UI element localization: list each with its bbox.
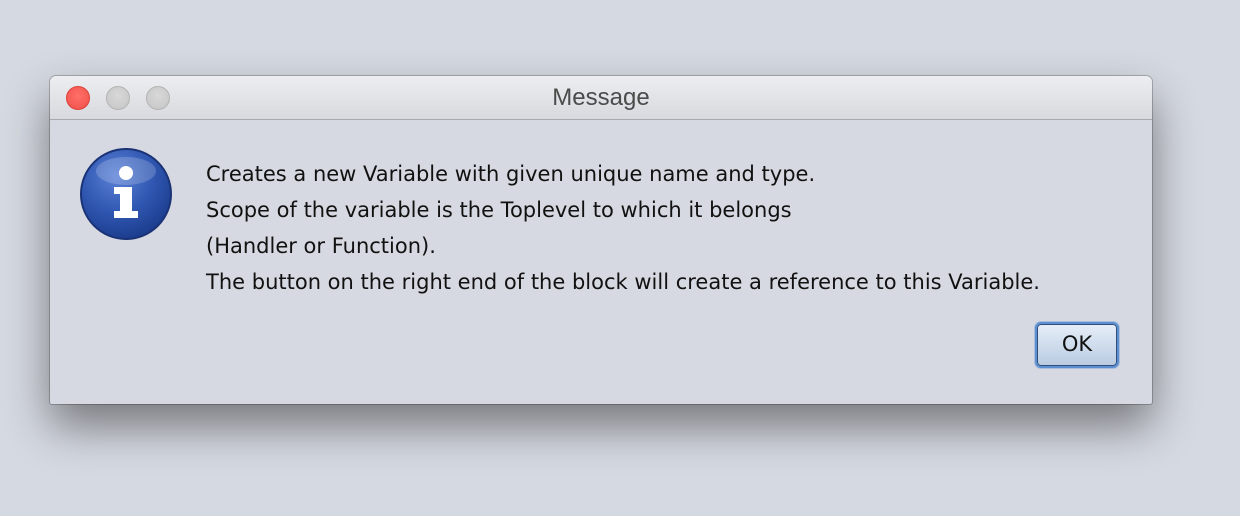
info-icon (80, 148, 172, 240)
ok-button[interactable]: OK (1035, 322, 1119, 368)
message-line: (Handler or Function). (206, 234, 436, 258)
dialog-content: Creates a new Variable with given unique… (50, 120, 1152, 404)
message-dialog: Message Creates a new Variable with give… (50, 76, 1152, 404)
message-text: Creates a new Variable with given unique… (206, 156, 1040, 300)
window-title: Message (552, 84, 650, 111)
message-line: Creates a new Variable with given unique… (206, 162, 816, 186)
title-bar: Message (50, 76, 1152, 120)
message-line: The button on the right end of the block… (206, 270, 1040, 294)
message-line: Scope of the variable is the Toplevel to… (206, 198, 792, 222)
